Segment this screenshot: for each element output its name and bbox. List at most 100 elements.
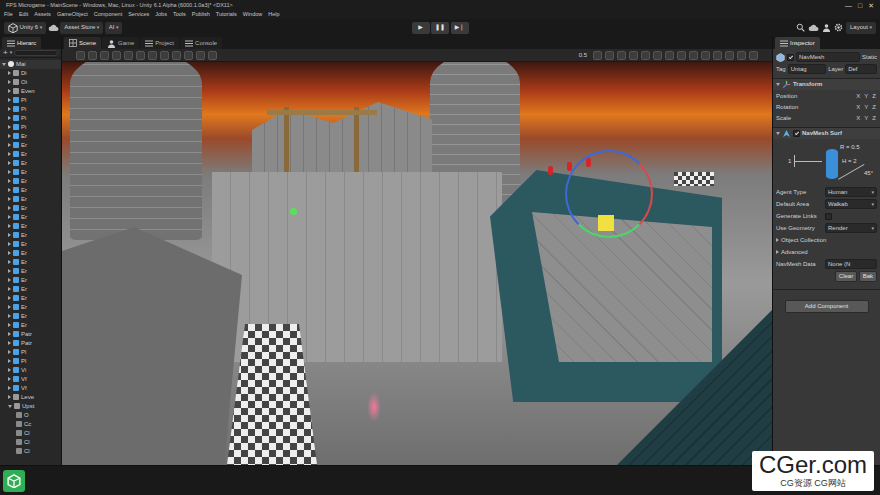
hierarchy-item[interactable]: Pi	[0, 123, 61, 132]
hierarchy-item[interactable]: Vi	[0, 366, 61, 375]
hierarchy-item[interactable]: Di	[0, 69, 61, 78]
hierarchy-item[interactable]: Er	[0, 240, 61, 249]
clear-button[interactable]: Clear	[835, 271, 857, 282]
hierarchy-tab[interactable]: Hierarc	[2, 37, 41, 49]
expand-arrow-icon[interactable]	[8, 377, 11, 381]
hierarchy-item[interactable]: Cc	[0, 420, 61, 429]
axis-field[interactable]: Z	[871, 103, 877, 112]
property-dropdown[interactable]: Walkab▾	[825, 199, 877, 209]
menu-item[interactable]: Jobs	[155, 10, 167, 18]
hierarchy-item[interactable]: Er	[0, 249, 61, 258]
expand-arrow-icon[interactable]	[8, 287, 11, 291]
hierarchy-item[interactable]: Er	[0, 303, 61, 312]
expand-arrow-icon[interactable]	[8, 197, 11, 201]
menu-item[interactable]: Services	[128, 10, 149, 18]
hierarchy-item[interactable]: Cl	[0, 438, 61, 447]
add-dropdown-caret[interactable]: ▾	[10, 49, 13, 57]
expand-arrow-icon[interactable]	[8, 71, 11, 75]
expand-arrow-icon[interactable]	[8, 251, 11, 255]
hierarchy-item[interactable]: Er	[0, 141, 61, 150]
foldout-label[interactable]: Advanced	[781, 248, 808, 257]
scene-option-icon[interactable]	[737, 51, 746, 60]
expand-arrow-icon[interactable]	[8, 359, 11, 363]
static-toggle[interactable]: Static	[862, 53, 877, 62]
hierarchy-item[interactable]: Pl	[0, 96, 61, 105]
expand-arrow-icon[interactable]	[8, 152, 11, 156]
expand-arrow-icon[interactable]	[8, 269, 11, 273]
scene-option-icon[interactable]	[629, 51, 638, 60]
view-tab[interactable]: Scene	[64, 37, 101, 49]
scene-tool-icon[interactable]	[112, 51, 121, 60]
scene-option-icon[interactable]	[689, 51, 698, 60]
axis-field[interactable]: Z	[871, 114, 877, 123]
hierarchy-item[interactable]: Pi	[0, 114, 61, 123]
view-tab[interactable]: Project	[140, 37, 179, 49]
hierarchy-item[interactable]: Er	[0, 267, 61, 276]
menu-item[interactable]: Tools	[173, 10, 186, 18]
zoom-value[interactable]: 0.5	[576, 51, 590, 60]
object-name-field[interactable]: NavMesh	[796, 52, 860, 62]
hierarchy-item[interactable]: Patr	[0, 339, 61, 348]
scene-option-icon[interactable]	[725, 51, 734, 60]
add-component-button[interactable]: Add Component	[785, 300, 869, 313]
expand-arrow-icon[interactable]	[8, 116, 11, 120]
hierarchy-item[interactable]: Er	[0, 150, 61, 159]
scene-tool-icon[interactable]	[88, 51, 97, 60]
expand-arrow-icon[interactable]	[8, 296, 11, 300]
expand-arrow-icon[interactable]	[8, 278, 11, 282]
axis-field[interactable]: X	[855, 92, 861, 101]
scene-tool-icon[interactable]	[160, 51, 169, 60]
menu-item[interactable]: Publish	[192, 10, 210, 18]
hierarchy-item[interactable]: Even	[0, 87, 61, 96]
expand-arrow-icon[interactable]	[8, 233, 11, 237]
hierarchy-item[interactable]: Er	[0, 195, 61, 204]
menu-item[interactable]: Edit	[19, 10, 28, 18]
scene-option-icon[interactable]	[713, 51, 722, 60]
expand-arrow-icon[interactable]	[8, 368, 11, 372]
hierarchy-item[interactable]: Er	[0, 213, 61, 222]
expand-arrow-icon[interactable]	[8, 80, 11, 84]
axis-field[interactable]: Y	[863, 103, 869, 112]
component-enabled-checkbox[interactable]	[793, 130, 800, 137]
expand-arrow-icon[interactable]	[8, 89, 11, 93]
hierarchy-item[interactable]: Er	[0, 159, 61, 168]
play-button[interactable]: ▶	[412, 22, 430, 34]
add-button[interactable]: +	[3, 47, 8, 59]
hierarchy-search-field[interactable]	[14, 50, 58, 56]
scene-tool-icon[interactable]	[148, 51, 157, 60]
menu-item[interactable]: GameObject	[57, 10, 88, 18]
axis-field[interactable]: Y	[863, 114, 869, 123]
property-checkbox[interactable]	[825, 213, 832, 220]
hierarchy-item[interactable]: Er	[0, 276, 61, 285]
scene-option-icon[interactable]	[653, 51, 662, 60]
hierarchy-item[interactable]: Pi	[0, 105, 61, 114]
expand-arrow-icon[interactable]	[8, 107, 11, 111]
expand-arrow-icon[interactable]	[8, 206, 11, 210]
hierarchy-item[interactable]: Er	[0, 258, 61, 267]
hierarchy-item[interactable]: Pl	[0, 357, 61, 366]
expand-arrow-icon[interactable]	[8, 161, 11, 165]
hierarchy-item[interactable]: Er	[0, 168, 61, 177]
view-tab[interactable]: Console	[180, 37, 222, 49]
foldout-arrow-icon[interactable]	[776, 132, 780, 135]
hierarchy-item[interactable]: Upst	[0, 402, 61, 411]
ai-button[interactable]: AI▾	[105, 22, 123, 34]
scene-option-icon[interactable]	[593, 51, 602, 60]
scene-option-icon[interactable]	[641, 51, 650, 60]
maximize-button[interactable]: □	[858, 2, 862, 9]
expand-arrow-icon[interactable]	[8, 405, 12, 408]
component-header[interactable]: NavMesh Surf	[773, 127, 880, 139]
expand-arrow-icon[interactable]	[8, 314, 11, 318]
scene-tool-icon[interactable]	[172, 51, 181, 60]
object-field[interactable]: None (N	[825, 259, 877, 269]
expand-arrow-icon[interactable]	[8, 332, 11, 336]
expand-arrow-icon[interactable]	[8, 242, 11, 246]
inspector-tab[interactable]: Inspector	[775, 37, 820, 49]
hierarchy-item[interactable]: Er	[0, 231, 61, 240]
hierarchy-item[interactable]: Er	[0, 186, 61, 195]
hierarchy-item[interactable]: Mai	[0, 60, 61, 69]
asset-store-button[interactable]: Asset Store▾	[60, 22, 103, 34]
hierarchy-item[interactable]: Er	[0, 285, 61, 294]
axis-field[interactable]: X	[855, 114, 861, 123]
layer-dropdown[interactable]: Def	[845, 64, 877, 74]
